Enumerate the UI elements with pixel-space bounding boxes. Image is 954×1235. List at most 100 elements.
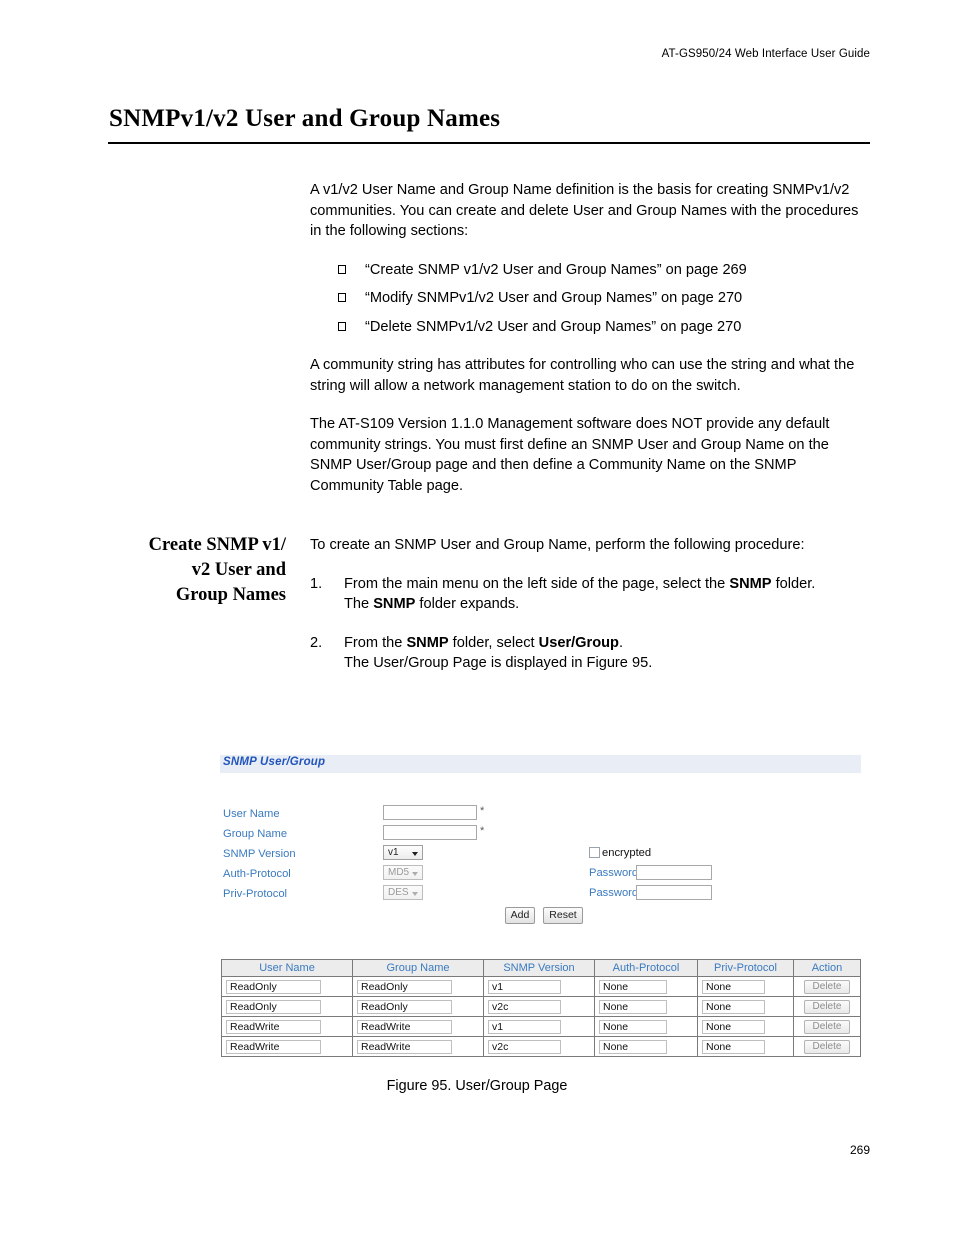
table-row: ReadOnly ReadOnly v1 None None Delete	[221, 976, 861, 997]
auth-protocol-field[interactable]: None	[599, 1039, 667, 1054]
procedure-body: To create an SNMP User and Group Name, p…	[310, 535, 872, 692]
chevron-down-icon	[412, 872, 418, 876]
table-row: ReadWrite ReadWrite v1 None None Delete	[221, 1016, 861, 1037]
table-header-row: User Name Group Name SNMP Version Auth-P…	[221, 959, 861, 977]
cell-snmp-version: v1	[483, 976, 595, 997]
step-emphasis: SNMP	[406, 634, 449, 651]
auth-protocol-label: Auth-Protocol	[223, 868, 291, 880]
cross-reference-link[interactable]: “Create SNMP v1/v2 User and Group Names”…	[365, 262, 747, 278]
delete-button[interactable]: Delete	[804, 1039, 850, 1054]
priv-protocol-field[interactable]: None	[702, 1019, 765, 1034]
auth-protocol-field[interactable]: None	[599, 1019, 667, 1034]
chevron-down-icon	[412, 892, 418, 896]
auth-protocol-select[interactable]: MD5	[383, 865, 423, 880]
cell-snmp-version: v2c	[483, 1036, 595, 1057]
group-name-required-marker: *	[480, 825, 485, 837]
user-name-required-marker: *	[480, 805, 485, 817]
running-header: AT-GS950/24 Web Interface User Guide	[661, 48, 870, 60]
square-bullet-icon	[338, 264, 346, 274]
group-name-field[interactable]: ReadWrite	[357, 1019, 453, 1034]
user-name-field[interactable]: ReadOnly	[226, 999, 322, 1014]
cell-priv-protocol: None	[697, 976, 794, 997]
delete-button[interactable]: Delete	[804, 999, 850, 1014]
column-header-group-name: Group Name	[352, 959, 484, 977]
intro-body: A v1/v2 User Name and Group Name definit…	[310, 180, 872, 496]
snmp-version-label: SNMP Version	[223, 848, 296, 860]
snmp-version-field[interactable]: v2c	[488, 999, 562, 1014]
auth-protocol-field[interactable]: None	[599, 999, 667, 1014]
step-text-part: From the	[344, 634, 407, 651]
list-item[interactable]: “Create SNMP v1/v2 User and Group Names”…	[310, 260, 872, 281]
step-text-part: folder.	[771, 575, 816, 592]
user-name-field[interactable]: ReadWrite	[226, 1039, 322, 1054]
intro-paragraph-1: A v1/v2 User Name and Group Name definit…	[310, 182, 859, 239]
cell-auth-protocol: None	[594, 996, 698, 1017]
step-text-part: .	[618, 634, 624, 651]
priv-protocol-value: DES	[388, 887, 409, 898]
procedure-steps: 1. From the main menu on the left side o…	[310, 574, 872, 674]
section-sidehead: Create SNMP v1/ v2 User and Group Names	[110, 533, 286, 608]
delete-button[interactable]: Delete	[804, 979, 850, 994]
user-group-table: User Name Group Name SNMP Version Auth-P…	[221, 959, 861, 1057]
priv-protocol-select[interactable]: DES	[383, 885, 423, 900]
priv-protocol-field[interactable]: None	[702, 1039, 765, 1054]
user-name-field[interactable]: ReadWrite	[226, 1019, 322, 1034]
user-name-field[interactable]: ReadOnly	[226, 979, 322, 994]
step-text-part: folder expands.	[415, 596, 520, 612]
sidehead-line-1: Create SNMP v1/	[148, 535, 286, 555]
priv-password-input[interactable]	[636, 885, 712, 900]
list-item[interactable]: “Modify SNMPv1/v2 User and Group Names” …	[310, 288, 872, 309]
figure-caption: Figure 95. User/Group Page	[386, 1078, 568, 1094]
page-number: 269	[849, 1143, 870, 1157]
reset-button[interactable]: Reset	[543, 907, 583, 924]
snmp-version-select[interactable]: v1	[383, 845, 423, 860]
encrypted-checkbox[interactable]	[589, 847, 600, 858]
cell-priv-protocol: None	[697, 1036, 794, 1057]
intro-paragraph-2: A community string has attributes for co…	[310, 357, 855, 394]
group-name-field[interactable]: ReadOnly	[357, 999, 453, 1014]
procedure-step: 2. From the SNMP folder, select User/Gro…	[310, 633, 872, 674]
cell-group-name: ReadWrite	[352, 1016, 484, 1037]
cell-action: Delete	[793, 1036, 861, 1057]
group-name-field[interactable]: ReadOnly	[357, 979, 453, 994]
step-text-part: The User/Group Page is displayed in Figu…	[344, 655, 653, 671]
priv-protocol-field[interactable]: None	[702, 999, 765, 1014]
list-item[interactable]: “Delete SNMPv1/v2 User and Group Names” …	[310, 317, 872, 338]
group-name-field[interactable]: ReadWrite	[357, 1039, 453, 1054]
figure-user-group-page: SNMP User/Group User Name * Group Name *…	[220, 755, 861, 1057]
encrypted-label: encrypted	[602, 847, 652, 859]
step-number: 2.	[310, 634, 323, 651]
procedure-step: 1. From the main menu on the left side o…	[310, 574, 872, 615]
column-header-priv-protocol: Priv-Protocol	[697, 959, 794, 977]
user-name-input[interactable]	[383, 805, 477, 820]
cell-user-name: ReadWrite	[221, 1016, 353, 1037]
cell-group-name: ReadOnly	[352, 976, 484, 997]
cross-reference-link[interactable]: “Modify SNMPv1/v2 User and Group Names” …	[365, 290, 742, 306]
user-name-label: User Name	[223, 808, 280, 820]
cell-auth-protocol: None	[594, 1016, 698, 1037]
auth-password-label: Password	[589, 867, 639, 879]
priv-protocol-label: Priv-Protocol	[223, 888, 288, 900]
auth-password-input[interactable]	[636, 865, 712, 880]
snmp-version-field[interactable]: v1	[488, 1019, 562, 1034]
cell-user-name: ReadOnly	[221, 976, 353, 997]
auth-protocol-field[interactable]: None	[599, 979, 667, 994]
delete-button[interactable]: Delete	[804, 1019, 850, 1034]
snmp-version-field[interactable]: v1	[488, 979, 562, 994]
step-text-part: From the main menu on the left side of t…	[344, 575, 730, 592]
priv-protocol-field[interactable]: None	[702, 979, 765, 994]
sidehead-line-3: Group Names	[175, 585, 286, 605]
cross-reference-link[interactable]: “Delete SNMPv1/v2 User and Group Names” …	[365, 319, 741, 335]
step-emphasis: User/Group	[538, 634, 619, 651]
cell-user-name: ReadWrite	[221, 1036, 353, 1057]
cell-priv-protocol: None	[697, 996, 794, 1017]
group-name-input[interactable]	[383, 825, 477, 840]
column-header-action: Action	[793, 959, 861, 977]
snmp-version-field[interactable]: v2c	[488, 1039, 562, 1054]
step-number: 1.	[310, 575, 323, 592]
square-bullet-icon	[338, 321, 346, 331]
cell-snmp-version: v2c	[483, 996, 595, 1017]
priv-password-label: Password	[589, 887, 639, 899]
title-divider	[108, 142, 870, 144]
add-button[interactable]: Add	[505, 907, 535, 924]
